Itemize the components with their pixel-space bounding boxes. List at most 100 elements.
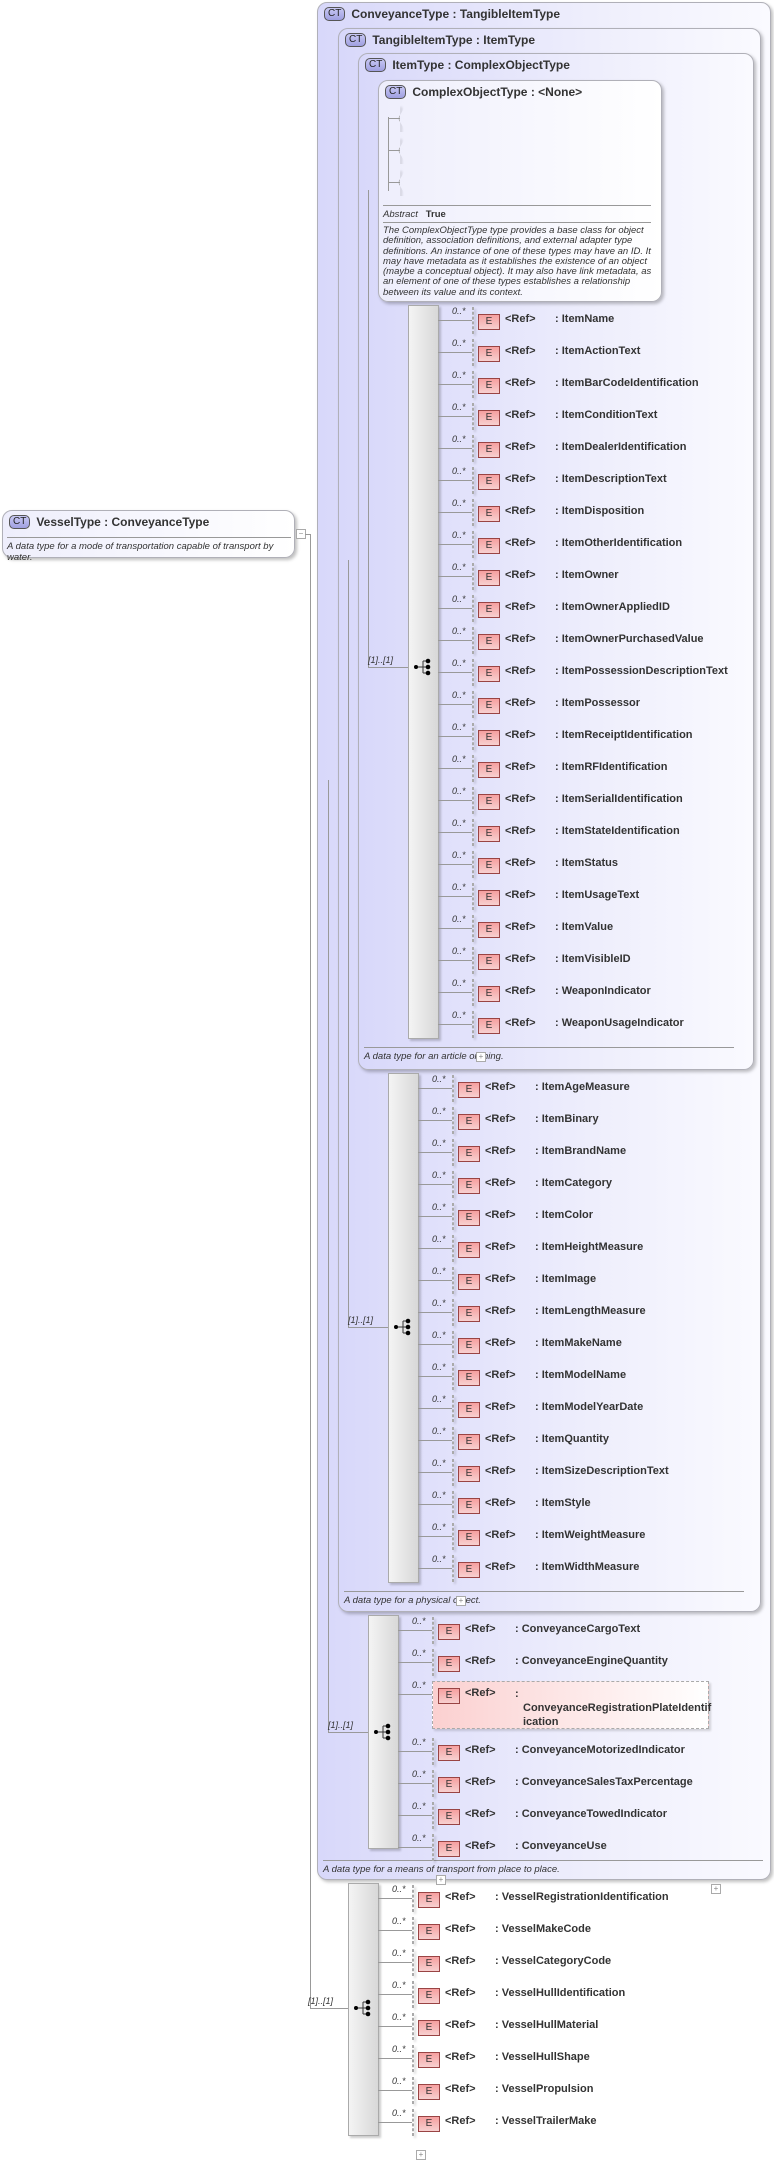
element-itemcategory[interactable]: E <Ref>: ItemCategory [452,1171,612,1198]
sequence-icon [354,1999,372,2017]
element-name: : ItemConditionText [555,409,658,421]
element-itemstatus[interactable]: E <Ref>: ItemStatus [472,851,618,878]
element-ref: <Ref> [445,2051,476,2063]
element-ref: <Ref> [505,377,536,389]
connector-line [398,1662,432,1663]
element-vesselhullmaterial[interactable]: E <Ref>: VesselHullMaterial [412,2013,598,2040]
element-name: : VesselRegistrationIdentification [495,1891,669,1903]
element-itemconditiontext[interactable]: E <Ref>: ItemConditionText [472,403,657,430]
element-ref: <Ref> [505,473,536,485]
element-weaponindicator[interactable]: E <Ref>: WeaponIndicator [472,979,651,1006]
expand-button[interactable]: + [711,1884,721,1894]
element-conveyanceuse[interactable]: E <Ref>: ConveyanceUse [432,1834,607,1861]
element-itemmakename[interactable]: E <Ref>: ItemMakeName [452,1331,622,1358]
element-itemowner[interactable]: E <Ref>: ItemOwner [472,563,619,590]
element-name: : ItemWidthMeasure [535,1561,640,1573]
element-name: : ItemValue [555,921,614,933]
element-vesselhullidentification[interactable]: E <Ref>: VesselHullIdentification [412,1981,625,2008]
element-conveyanceregistrationplateidentification[interactable]: E <Ref>: ConveyanceRegistrationPlateIdent… [432,1681,711,1729]
element-itemweightmeasure[interactable]: E <Ref>: ItemWeightMeasure [452,1523,645,1550]
connector-line [398,1783,432,1784]
element-ref: <Ref> [485,1241,516,1253]
element-itemvisibleid[interactable]: E <Ref>: ItemVisibleID [472,947,631,974]
element-conveyanceenginequantity[interactable]: E <Ref>: ConveyanceEngineQuantity [432,1649,668,1676]
element-itemsizedescriptiontext[interactable]: E <Ref>: ItemSizeDescriptionText [452,1459,669,1486]
element-name: : VesselCategoryCode [495,1955,612,1967]
element-vesselcategorycode[interactable]: E <Ref>: VesselCategoryCode [412,1949,611,1976]
element-itemusagetext[interactable]: E <Ref>: ItemUsageText [472,883,639,910]
element-vesselregistrationidentification[interactable]: E <Ref>: VesselRegistrationIdentification [412,1885,669,1912]
element-conveyancecargotext[interactable]: E <Ref>: ConveyanceCargoText [432,1617,640,1644]
connector-line [438,704,472,705]
element-itemstyle[interactable]: E <Ref>: ItemStyle [452,1491,591,1518]
expand-button[interactable]: + [456,1596,466,1606]
element-conveyancemotorizedindicator[interactable]: E <Ref>: ConveyanceMotorizedIndicator [432,1738,685,1765]
element-icon: E [418,2052,440,2068]
complex-object-type-description: The ComplexObjectType type provides a ba… [383,225,652,298]
element-vesselmakecode[interactable]: E <Ref>: VesselMakeCode [412,1917,591,1944]
expand-button[interactable]: + [436,1875,446,1885]
element-icon: E [458,1114,480,1130]
element-name: : ItemStyle [535,1497,591,1509]
element-itembrandname[interactable]: E <Ref>: ItemBrandName [452,1139,626,1166]
element-itemstateidentification[interactable]: E <Ref>: ItemStateIdentification [472,819,680,846]
sequence-cardinality: [1]..[1] [308,1996,334,2006]
element-icon: E [458,1562,480,1578]
expand-button[interactable]: + [416,2150,426,2160]
element-cardinality: 0..* [392,1916,406,1926]
element-icon: E [458,1402,480,1418]
element-itempossessiondescriptiontext[interactable]: E <Ref>: ItemPossessionDescriptionText [472,659,728,686]
element-itemquantity[interactable]: E <Ref>: ItemQuantity [452,1427,609,1454]
element-weaponusageindicator[interactable]: E <Ref>: WeaponUsageIndicator [472,1011,684,1038]
element-name: : ItemBrandName [535,1145,627,1157]
element-itemcolor[interactable]: E <Ref>: ItemColor [452,1203,593,1230]
element-itemdisposition[interactable]: E <Ref>: ItemDisposition [472,499,644,526]
connector-line [418,1568,452,1569]
element-vesseltrailermake[interactable]: E <Ref>: VesselTrailerMake [412,2109,597,2136]
element-ref: <Ref> [485,1337,516,1349]
element-name: : WeaponUsageIndicator [555,1017,684,1029]
tangible-item-type-description: A data type for a physical object. [344,1591,744,1606]
element-itemownerappliedid[interactable]: E <Ref>: ItemOwnerAppliedID [472,595,670,622]
element-itemotheridentification[interactable]: E <Ref>: ItemOtherIdentification [472,531,682,558]
element-conveyancesalestaxpercentage[interactable]: E <Ref>: ConveyanceSalesTaxPercentage [432,1770,693,1797]
element-name: : ConveyanceTowedIndicator [515,1808,667,1820]
element-vesselhullshape[interactable]: E <Ref>: VesselHullShape [412,2045,590,2072]
expand-button[interactable]: + [476,1052,486,1062]
element-itemname[interactable]: E <Ref>: ItemName [472,307,614,334]
element-itemlengthmeasure[interactable]: E <Ref>: ItemLengthMeasure [452,1299,646,1326]
connector-line [418,1440,452,1441]
connector-line [388,117,389,191]
element-itemdealeridentification[interactable]: E <Ref>: ItemDealerIdentification [472,435,686,462]
sequence-icon [394,1318,412,1336]
element-cardinality: 0..* [392,2012,406,2022]
element-name: : ItemBarCodeIdentification [555,377,699,389]
connector-line [438,800,472,801]
element-conveyancetowedindicator[interactable]: E <Ref>: ConveyanceTowedIndicator [432,1802,667,1829]
element-itembinary[interactable]: E <Ref>: ItemBinary [452,1107,599,1134]
element-itemrfidentification[interactable]: E <Ref>: ItemRFIdentification [472,755,667,782]
element-itemimage[interactable]: E <Ref>: ItemImage [452,1267,596,1294]
element-itemserialidentification[interactable]: E <Ref>: ItemSerialIdentification [472,787,683,814]
connector-line [305,534,311,535]
element-itemdescriptiontext[interactable]: E <Ref>: ItemDescriptionText [472,467,667,494]
element-itemreceiptidentification[interactable]: E <Ref>: ItemReceiptIdentification [472,723,693,750]
element-cardinality: 0..* [452,306,466,316]
element-name: : ConveyanceEngineQuantity [515,1655,668,1667]
element-itembarcodeidentification[interactable]: E <Ref>: ItemBarCodeIdentification [472,371,699,398]
element-itemvalue[interactable]: E <Ref>: ItemValue [472,915,613,942]
element-name: : VesselTrailerMake [495,2115,597,2127]
element-vesselpropulsion[interactable]: E <Ref>: VesselPropulsion [412,2077,593,2104]
element-cardinality: 0..* [432,1234,446,1244]
element-itempossessor[interactable]: E <Ref>: ItemPossessor [472,691,640,718]
element-ref: <Ref> [485,1305,516,1317]
element-itemactiontext[interactable]: E <Ref>: ItemActionText [472,339,640,366]
element-itemagemeasure[interactable]: E <Ref>: ItemAgeMeasure [452,1075,630,1102]
element-itemmodelname[interactable]: E <Ref>: ItemModelName [452,1363,626,1390]
element-itemheightmeasure[interactable]: E <Ref>: ItemHeightMeasure [452,1235,643,1262]
element-itemmodelyeardate[interactable]: E <Ref>: ItemModelYearDate [452,1395,643,1422]
element-itemownerpurchasedvalue[interactable]: E <Ref>: ItemOwnerPurchasedValue [472,627,704,654]
element-itemwidthmeasure[interactable]: E <Ref>: ItemWidthMeasure [452,1555,639,1582]
connector-line [378,2122,412,2123]
connector-line [418,1344,452,1345]
